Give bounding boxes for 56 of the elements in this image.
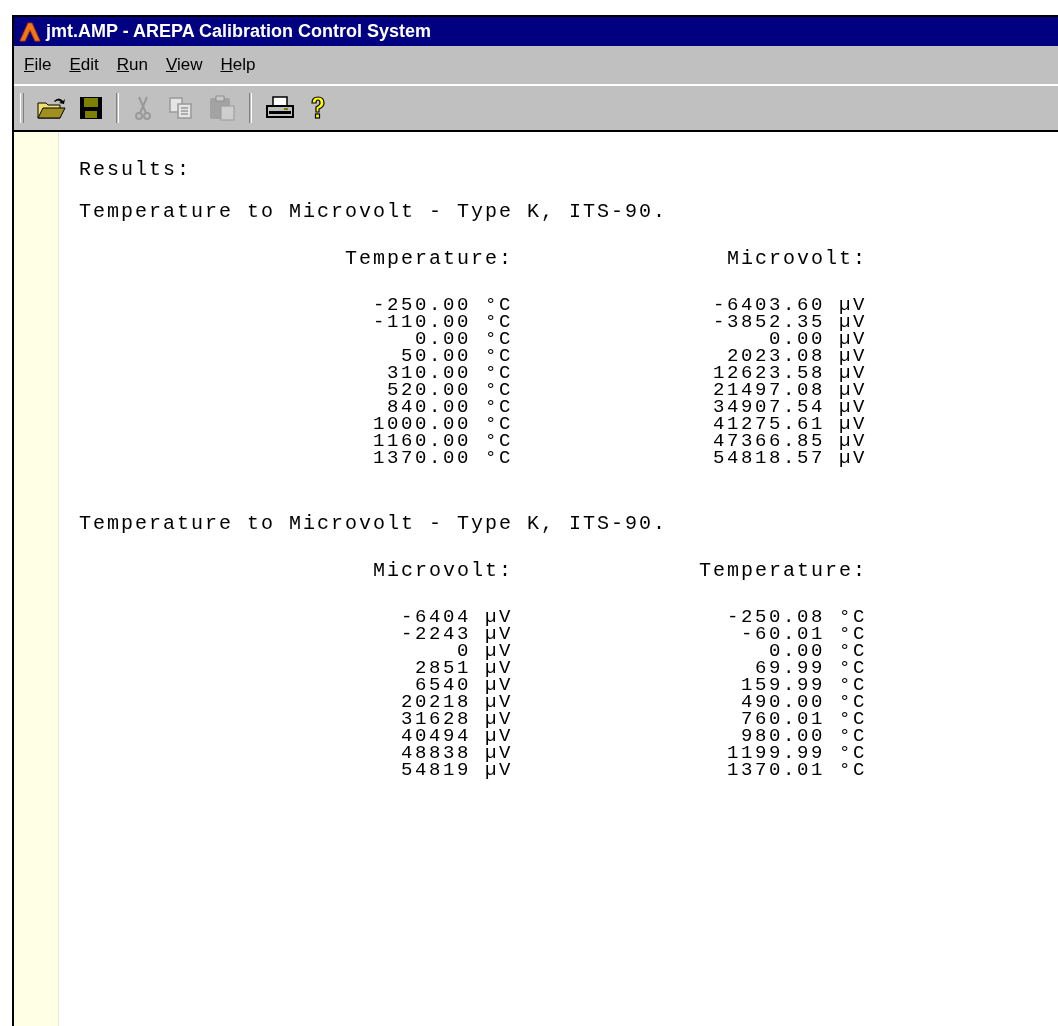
table-cell-text: 1160.00 °C [371,433,513,450]
table-cell-text: 20218 µV [400,694,513,711]
table-cell-text: -250.00 °C [371,297,513,314]
column-header: Microvolt: [371,561,513,581]
table-cell-text: 490.00 °C [739,694,867,711]
app-logo-icon [18,20,42,43]
menu-item[interactable]: Help [220,55,256,75]
table-cell-text: 980.00 °C [740,728,867,745]
table-cell-text: -2243 µV [400,626,513,643]
table-cell-text: -6403.60 µV [711,297,867,314]
table-cell-text: 159.99 °C [739,677,867,694]
table-cell-text: 47366.85 µV [711,433,867,450]
table-cell-text: -3852.35 µV [711,314,867,331]
table-cell-text: 1000.00 °C [371,416,513,433]
help-icon[interactable] [308,95,328,121]
table-cell-text: -60.01 °C [739,626,867,643]
table-cell-text: -250.08 °C [725,609,867,626]
table-cell-text: 41275.61 µV [711,416,867,433]
table-cell-text: 40494 µV [400,728,513,745]
table-cell-text: 310.00 °C [385,365,513,382]
section-title: Temperature to Microvolt - Type K, ITS-90. [79,202,669,222]
table-cell-text: 760.01 °C [739,711,867,728]
menu-item[interactable]: View [165,55,203,75]
table-cell-text: 21497.08 µV [711,382,867,399]
table-cell-text: 2023.08 µV [726,348,867,365]
table-cell-text: 840.00 °C [386,399,513,416]
table-cell-text: 50.00 °C [401,348,513,365]
table-cell-text: -6404 µV [400,609,513,626]
table-cell-text: 0 µV [457,643,513,660]
column-header: Temperature: [343,249,513,269]
results-label: Results: [79,160,192,180]
table-cell-text: 0.00 °C [415,331,513,348]
table-cell-text: 1199.99 °C [725,745,867,762]
table-cell-text: 0.00 µV [769,331,867,348]
table-cell-text: 69.99 °C [755,660,867,677]
table-cell-text: -110.00 °C [371,314,513,331]
window-title: jmt.AMP - AREPA Calibration Control System [46,21,432,42]
table-cell-text: 48838 µV [400,745,513,762]
table-cell-text: 1370.01 °C [725,762,867,779]
menu-item[interactable]: File [24,55,52,75]
table-cell-text: 31628 µV [400,711,513,728]
table-cell-text: 54818.57 µV [711,450,867,467]
menu-item[interactable]: Edit [69,55,99,75]
table-cell-text: 54819 µV [400,762,513,779]
table-cell-text: 12623.58 µV [711,365,867,382]
column-header: Temperature: [697,561,867,581]
table-cell-text: 1370.00 °C [371,450,513,467]
section-title: Temperature to Microvolt - Type K, ITS-90. [79,514,669,534]
table-cell-text: 6540 µV [415,677,513,694]
printer-icon[interactable] [264,95,296,121]
menu-item[interactable]: Run [116,55,148,75]
column-header: Microvolt: [725,249,867,269]
table-cell-text: 2851 µV [414,660,513,677]
table-cell-text: 0.00 °C [769,643,867,660]
table-cell-text: 520.00 °C [385,382,513,399]
table-cell-text: 34907.54 µV [711,399,867,416]
